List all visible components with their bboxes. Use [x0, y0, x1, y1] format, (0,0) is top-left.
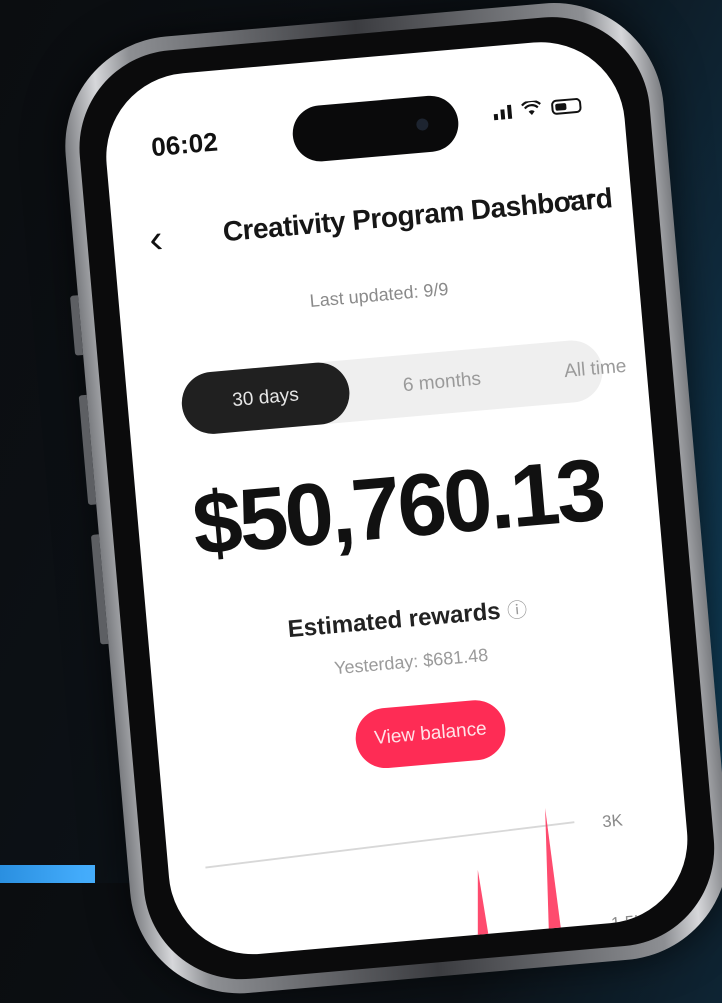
nav-bar: ‹ Creativity Program Dashboard ···: [111, 173, 633, 268]
signal-icon: [493, 104, 513, 121]
estimated-rewards-amount: $50,760.13: [188, 439, 607, 574]
back-button[interactable]: ‹: [147, 214, 165, 265]
tab-all-time[interactable]: All time: [528, 333, 663, 406]
chevron-left-icon: ‹: [147, 216, 165, 262]
phone-frame: 06:02 ‹ Creativity Program Dashboard ···…: [56, 0, 722, 1003]
y-tick-bottom: 1.5K: [610, 911, 646, 933]
last-updated-text: Last updated: 9/9: [308, 278, 450, 311]
chart-gridline: [205, 821, 575, 869]
page-title: Creativity Program Dashboard: [221, 182, 614, 248]
front-camera: [415, 118, 429, 132]
wifi-icon: [521, 100, 542, 118]
dynamic-island: [290, 93, 461, 164]
volume-down-button: [90, 534, 109, 645]
more-options-button[interactable]: ···: [565, 180, 599, 215]
phone-bezel: 06:02 ‹ Creativity Program Dashboard ···…: [71, 9, 722, 988]
view-balance-button[interactable]: View balance: [353, 697, 508, 771]
status-bar: 06:02: [99, 35, 627, 190]
background-accent-strip: [0, 865, 95, 883]
tab-30-days[interactable]: 30 days: [179, 360, 353, 437]
estimated-rewards-label: Estimated rewards: [286, 597, 502, 644]
mute-switch: [69, 295, 84, 356]
app-screen: 06:02 ‹ Creativity Program Dashboard ···…: [99, 35, 695, 962]
y-tick-top: 3K: [601, 810, 623, 831]
battery-icon: [550, 97, 582, 116]
status-time: 06:02: [150, 126, 219, 163]
period-segmented-control: 30 days 6 months All time: [179, 337, 627, 437]
chart-spike: [477, 869, 490, 945]
status-icons: [493, 97, 582, 121]
volume-up-button: [78, 394, 97, 506]
tab-6-months[interactable]: 6 months: [355, 345, 530, 422]
info-circle-icon[interactable]: ⓘ: [506, 599, 528, 623]
rewards-chart: 3K 1.5K: [205, 808, 646, 945]
